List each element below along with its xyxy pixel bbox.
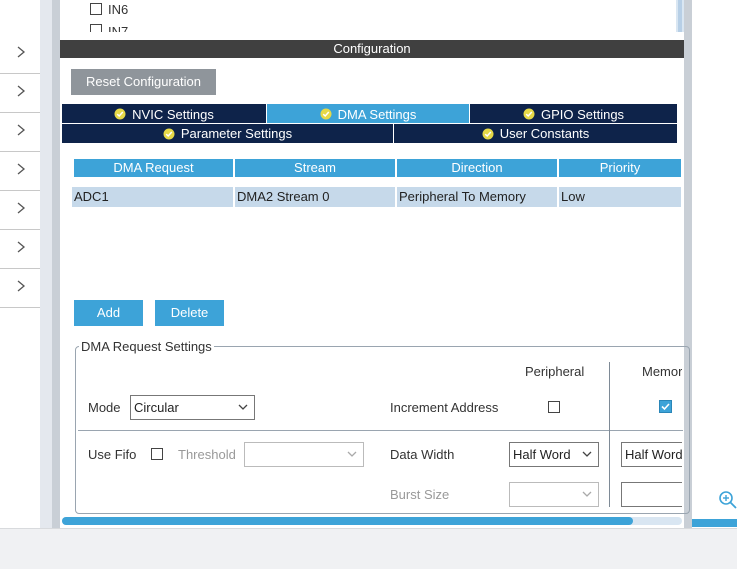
increment-address-label: Increment Address [390, 400, 499, 415]
mode-select[interactable]: Circular [130, 395, 255, 420]
chevron-down-icon [238, 404, 248, 410]
table-cell[interactable]: DMA2 Stream 0 [235, 187, 397, 207]
check-circle-icon [163, 128, 175, 139]
memory-data-width-value: Half Word [625, 447, 682, 462]
tab-dma-settings[interactable]: DMA Settings [267, 104, 470, 124]
chevron-right-icon [17, 280, 26, 292]
list-item[interactable]: IN7 [90, 24, 128, 32]
mode-label: Mode [88, 400, 121, 415]
checkbox[interactable] [90, 3, 102, 15]
tab-gpio-settings[interactable]: GPIO Settings [470, 104, 678, 124]
group-title: DMA Request Settings [79, 339, 214, 354]
left-nav-item[interactable] [0, 35, 40, 74]
zoom-in-icon[interactable] [718, 490, 737, 510]
left-nav-item[interactable] [0, 74, 40, 113]
tab-label: NVIC Settings [132, 106, 214, 122]
chevron-down-icon [582, 491, 592, 497]
memory-column-header: Memor [642, 364, 682, 379]
left-nav-item[interactable] [0, 152, 40, 191]
panel-border [52, 0, 60, 528]
peripheral-data-width-select[interactable]: Half Word [509, 442, 599, 467]
status-bar [0, 528, 737, 569]
chevron-right-icon [17, 163, 26, 175]
tab-label: DMA Settings [337, 106, 417, 122]
divider [609, 362, 610, 507]
chevron-right-icon [17, 85, 26, 97]
threshold-select[interactable] [244, 442, 364, 467]
table-cell[interactable]: Low [559, 187, 681, 207]
scrollbar-thumb[interactable] [62, 517, 633, 525]
chevron-right-icon [17, 46, 26, 58]
column-header-priority[interactable]: Priority [559, 159, 681, 177]
right-panel-scrollbar[interactable] [692, 519, 737, 527]
right-panel [692, 0, 737, 528]
left-nav-item[interactable] [0, 191, 40, 230]
tab-label: Parameter Settings [180, 126, 293, 141]
check-circle-icon [114, 108, 126, 120]
column-header-direction[interactable]: Direction [397, 159, 559, 177]
tab-label: User Constants [499, 126, 590, 141]
use-fifo-label: Use Fifo [88, 447, 137, 462]
left-nav-item[interactable] [0, 113, 40, 152]
list-item[interactable]: IN6 [90, 0, 128, 18]
delete-button[interactable]: Delete [155, 300, 224, 326]
left-nav-item[interactable] [0, 230, 40, 269]
memory-increment-checkbox[interactable] [659, 400, 672, 413]
divider [78, 430, 683, 431]
table-cell[interactable]: ADC1 [72, 187, 235, 207]
data-width-label: Data Width [390, 447, 455, 462]
peripheral-burst-size-select[interactable] [509, 482, 599, 507]
memory-data-width-select[interactable]: Half Word [621, 442, 682, 467]
column-header-stream[interactable]: Stream [235, 159, 397, 177]
check-circle-icon [482, 128, 494, 139]
tab-parameter-settings[interactable]: Parameter Settings [62, 123, 394, 143]
mode-select-value: Circular [134, 400, 179, 415]
chevron-down-icon [347, 451, 357, 457]
check-circle-icon [320, 108, 332, 120]
use-fifo-checkbox[interactable] [151, 448, 163, 460]
list-item-label: IN7 [108, 24, 129, 32]
list-item-label: IN6 [108, 1, 129, 17]
check-circle-icon [523, 108, 535, 120]
chevron-right-icon [17, 202, 26, 214]
chevron-right-icon [17, 124, 26, 136]
add-button[interactable]: Add [74, 300, 143, 326]
chevron-down-icon [582, 451, 592, 457]
peripheral-column-header: Peripheral [525, 364, 585, 379]
tab-user-constants[interactable]: User Constants [394, 123, 678, 143]
left-nav-item[interactable] [0, 269, 40, 308]
table-cell[interactable]: Peripheral To Memory [397, 187, 559, 207]
peripheral-increment-checkbox[interactable] [548, 401, 560, 413]
tab-label: GPIO Settings [540, 106, 625, 122]
scrollbar-thumb[interactable] [678, 0, 682, 32]
memory-burst-size-select[interactable] [621, 482, 682, 507]
panel-divider[interactable] [40, 0, 52, 528]
signal-list-panel [60, 0, 684, 32]
burst-size-label: Burst Size [390, 487, 450, 502]
reset-configuration-button[interactable]: Reset Configuration [71, 69, 216, 95]
chevron-right-icon [17, 241, 26, 253]
threshold-label: Threshold [178, 447, 236, 462]
column-header-dma-request[interactable]: DMA Request [74, 159, 235, 177]
configuration-header: Configuration [60, 40, 684, 58]
tab-nvic-settings[interactable]: NVIC Settings [62, 104, 267, 124]
checkbox[interactable] [90, 24, 102, 32]
peripheral-data-width-value: Half Word [513, 447, 571, 462]
